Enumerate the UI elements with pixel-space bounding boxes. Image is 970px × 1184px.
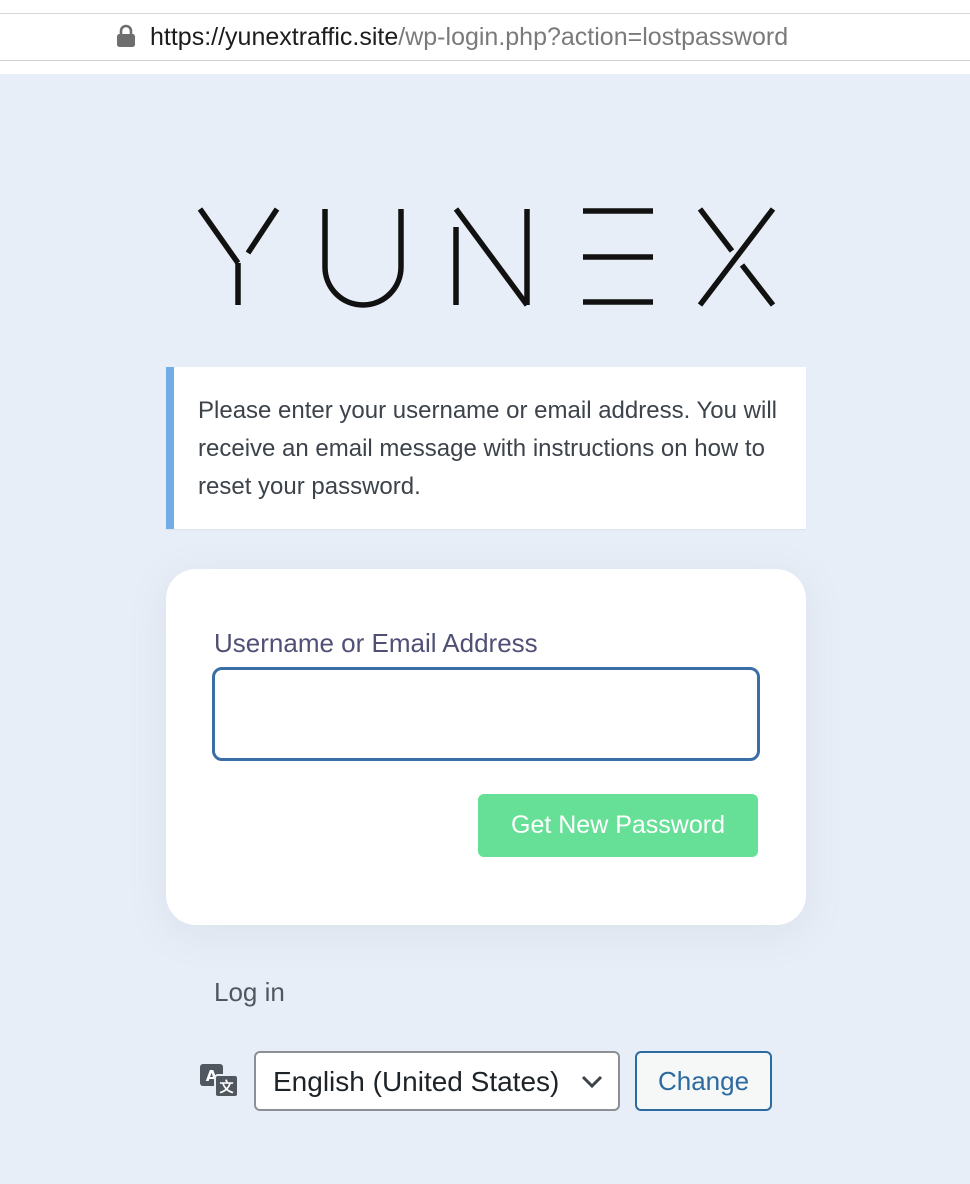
translation-icon: A 文 [200, 1064, 239, 1098]
login-link[interactable]: Log in [214, 975, 285, 1009]
change-language-button[interactable]: Change [635, 1051, 772, 1111]
divider [0, 60, 970, 61]
language-select-value: English (United States) [273, 1066, 560, 1097]
info-notice: Please enter your username or email addr… [166, 367, 806, 529]
lock-icon [117, 24, 135, 47]
username-email-label: Username or Email Address [214, 628, 538, 658]
yunex-logo[interactable] [196, 205, 776, 309]
url-text[interactable]: https://yunextraffic.site/wp-login.php?a… [150, 20, 788, 54]
notice-message: Please enter your username or email addr… [198, 397, 777, 500]
username-email-input[interactable] [212, 667, 760, 761]
url-path: /wp-login.php?action=lostpassword [398, 23, 789, 51]
get-new-password-button[interactable]: Get New Password [478, 794, 758, 857]
browser-url-bar[interactable]: https://yunextraffic.site/wp-login.php?a… [0, 0, 970, 74]
url-domain: https://yunextraffic.site [150, 23, 399, 51]
divider [0, 13, 970, 14]
lost-password-form: Username or Email Address Get New Passwo… [166, 569, 806, 925]
chevron-down-icon [581, 1075, 603, 1089]
svg-text:文: 文 [220, 1079, 235, 1096]
language-select[interactable]: English (United States) [254, 1051, 620, 1111]
